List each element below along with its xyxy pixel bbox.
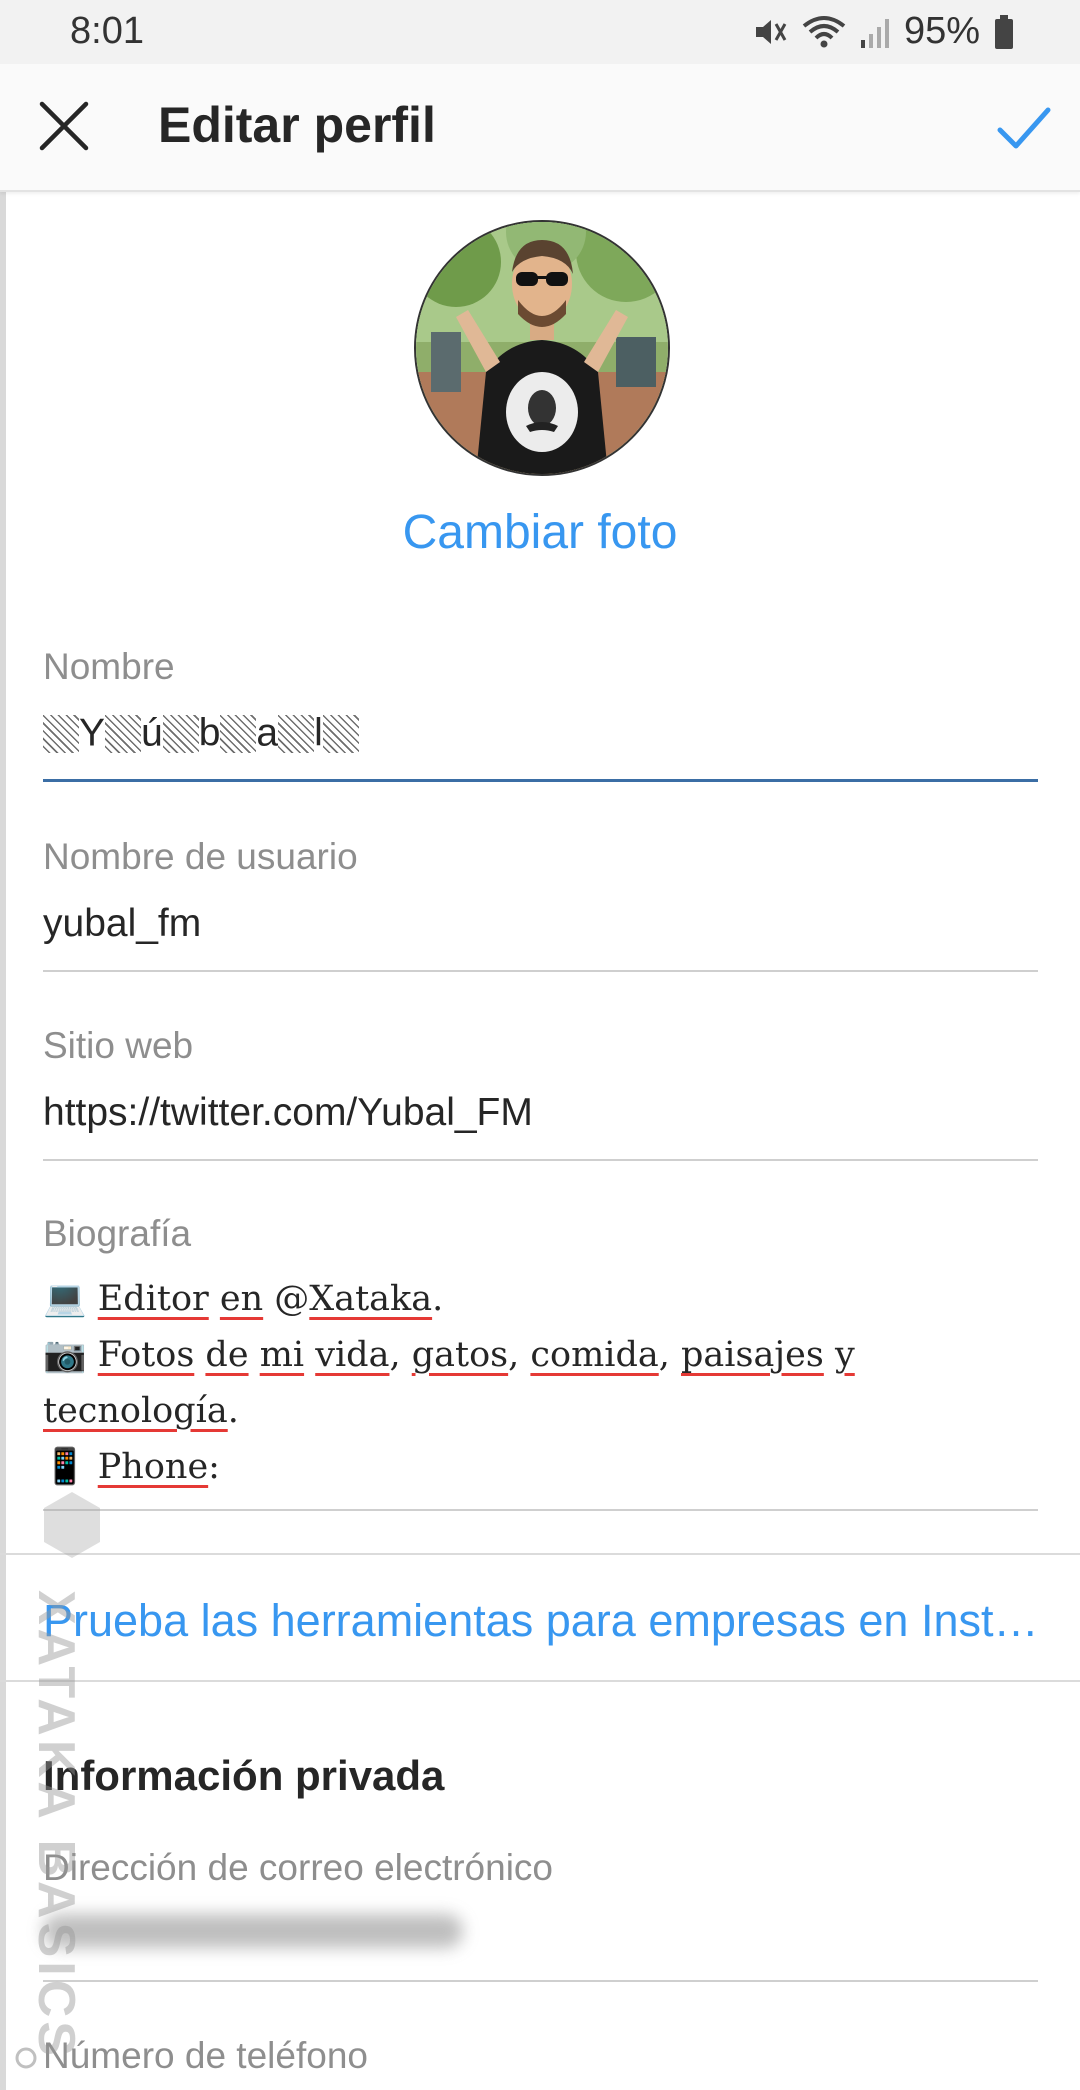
status-bar: 8:01 95% <box>0 0 1080 64</box>
website-field[interactable]: Sitio web https://twitter.com/Yubal_FM <box>43 1025 1038 1135</box>
watermark-dot-icon <box>15 2047 37 2069</box>
avatar-photo <box>416 222 668 474</box>
bio-underline <box>43 1509 1038 1511</box>
name-input[interactable]: Yúbal <box>43 710 1038 756</box>
username-field[interactable]: Nombre de usuario yubal_fm <box>43 836 1038 946</box>
name-label: Nombre <box>43 646 175 687</box>
avatar[interactable] <box>414 220 670 476</box>
email-label: Dirección de correo electrónico <box>43 1847 554 1888</box>
bio-line-2: 📷 Fotos de mi vida, gatos, comida, paisa… <box>43 1335 855 1431</box>
website-label: Sitio web <box>43 1025 194 1066</box>
battery-icon <box>995 14 1013 49</box>
business-tools-link[interactable]: Prueba las herramientas para empresas en… <box>43 1595 1043 1647</box>
phone-label: Número de teléfono <box>43 2035 368 2076</box>
divider <box>0 1680 1080 1682</box>
email-input-blurred[interactable] <box>43 1914 463 1948</box>
page-title: Editar perfil <box>158 97 436 153</box>
checkmark-icon[interactable] <box>994 98 1054 158</box>
watermark-logo-icon <box>44 1492 100 1558</box>
bio-label: Biografía <box>43 1213 192 1254</box>
close-icon[interactable] <box>32 94 96 158</box>
status-time: 8:01 <box>70 10 144 52</box>
username-label: Nombre de usuario <box>43 836 358 877</box>
username-input[interactable]: yubal_fm <box>43 902 1038 946</box>
bio-line-1: 💻 Editor en @Xataka. <box>43 1279 444 1319</box>
email-field[interactable]: Dirección de correo electrónico <box>43 1847 1038 1889</box>
bio-field[interactable]: Biografía 💻 Editor en @Xataka. 📷 Fotos d… <box>43 1213 1038 1495</box>
status-icons: 95% <box>752 10 1014 53</box>
name-field[interactable]: Nombre Yúbal <box>43 646 1038 756</box>
bio-line-3: 📱 Phone: <box>43 1447 220 1487</box>
username-underline <box>43 970 1038 972</box>
left-edge-rule <box>0 64 6 2090</box>
divider <box>0 1553 1080 1555</box>
name-underline <box>43 779 1038 782</box>
bio-input[interactable]: 💻 Editor en @Xataka. 📷 Fotos de mi vida,… <box>43 1271 1038 1495</box>
watermark-text: XATAKA BASICS <box>27 1590 85 2060</box>
website-underline <box>43 1159 1038 1161</box>
wifi-icon <box>802 15 846 47</box>
battery-percent: 95% <box>903 10 980 52</box>
email-underline <box>43 1980 1038 1982</box>
signal-icon <box>860 18 889 48</box>
app-bar: Editar perfil <box>0 64 1080 192</box>
mute-icon <box>755 19 787 44</box>
website-input[interactable]: https://twitter.com/Yubal_FM <box>43 1091 1038 1135</box>
private-info-title: Información privada <box>43 1752 445 1799</box>
phone-field[interactable]: Número de teléfono <box>43 2035 1038 2077</box>
change-photo-button[interactable]: Cambiar foto <box>0 505 1080 560</box>
